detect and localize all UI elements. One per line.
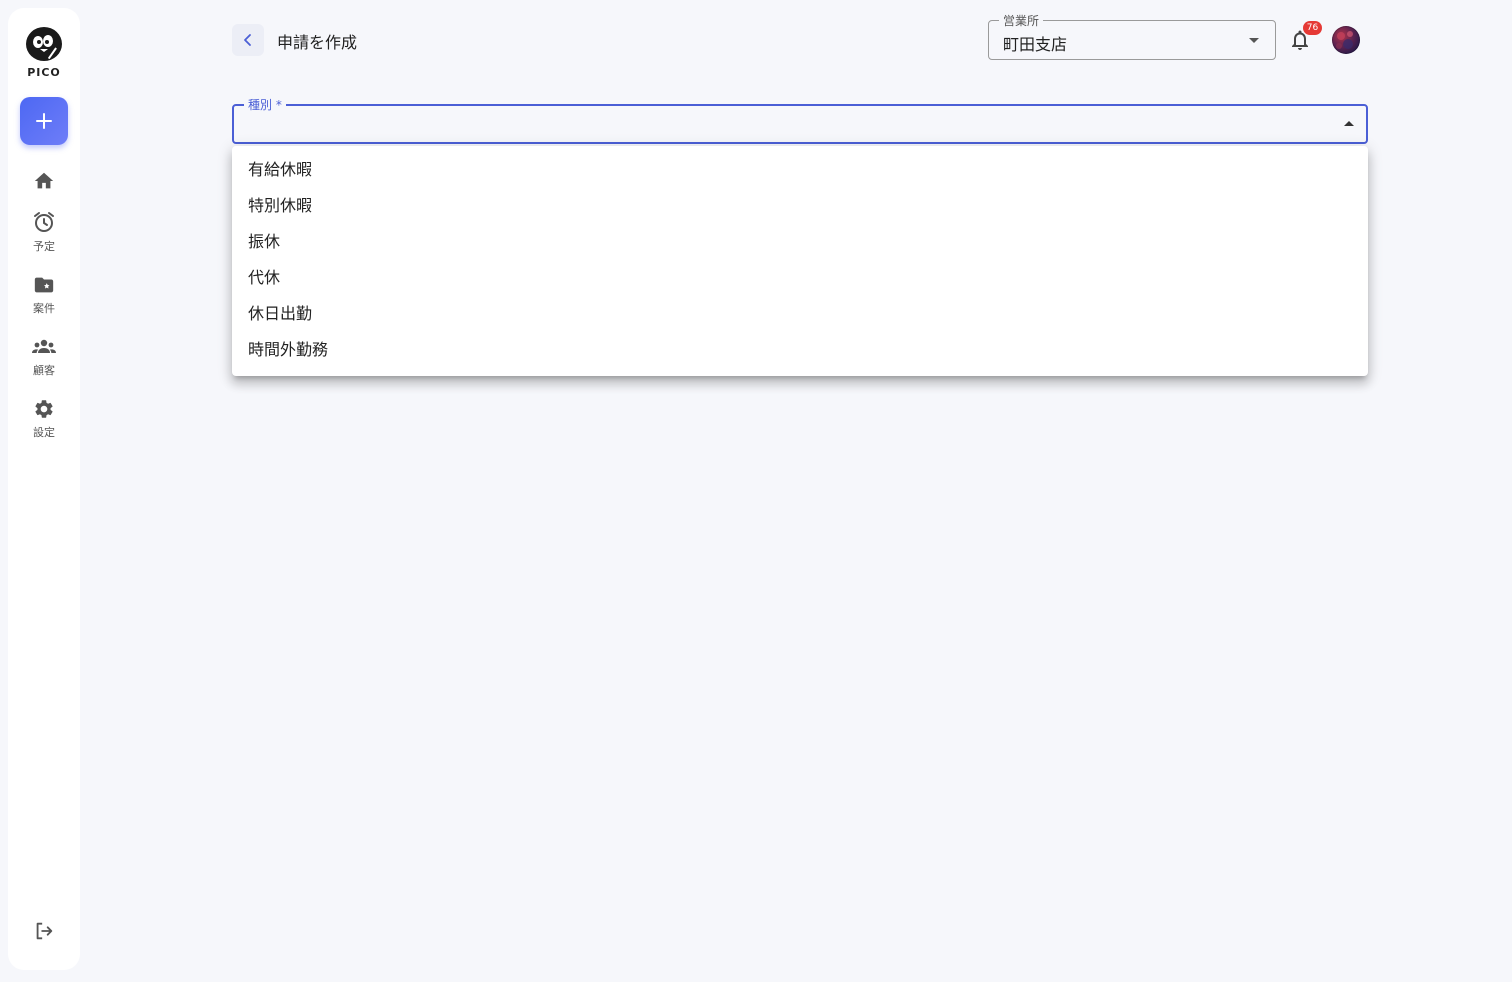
- type-select-label: 種別 *: [244, 96, 286, 113]
- office-select-value: 町田支店: [1003, 35, 1068, 54]
- create-button[interactable]: [20, 97, 68, 145]
- logout-button[interactable]: [8, 920, 80, 942]
- logo[interactable]: PICO: [24, 24, 64, 79]
- caret-down-icon: [1249, 38, 1259, 43]
- avatar-image: [1336, 31, 1353, 49]
- notification-badge: 76: [1303, 21, 1322, 35]
- option-compensatory-leave[interactable]: 代休: [232, 260, 1368, 296]
- logout-icon: [36, 922, 53, 940]
- option-substitute-holiday[interactable]: 振休: [232, 224, 1368, 260]
- group-icon: [32, 339, 56, 353]
- option-special-leave[interactable]: 特別休暇: [232, 188, 1368, 224]
- folder-star-icon: [34, 277, 54, 293]
- back-button[interactable]: [232, 24, 264, 56]
- sidebar-item-label: 案件: [33, 302, 55, 315]
- office-select[interactable]: 営業所 町田支店: [988, 12, 1276, 60]
- type-options-menu: 有給休暇 特別休暇 振休 代休 休日出勤 時間外勤務: [232, 146, 1368, 376]
- sidebar-item-schedule[interactable]: 予定: [8, 210, 80, 254]
- penguin-logo-icon: [26, 27, 62, 61]
- caret-up-icon: [1344, 121, 1354, 126]
- sidebar-item-home[interactable]: [8, 170, 80, 192]
- option-overtime-work[interactable]: 時間外勤務: [232, 332, 1368, 368]
- option-holiday-work[interactable]: 休日出勤: [232, 296, 1368, 332]
- office-select-label: 営業所: [999, 12, 1044, 29]
- avatar[interactable]: [1332, 26, 1360, 54]
- gear-icon: [35, 400, 53, 418]
- sidebar: PICO 予定 案件 顧客 設定: [8, 8, 80, 970]
- sidebar-item-projects[interactable]: 案件: [8, 274, 80, 316]
- sidebar-item-label: 顧客: [33, 364, 55, 377]
- option-paid-leave[interactable]: 有給休暇: [232, 152, 1368, 188]
- sidebar-item-customers[interactable]: 顧客: [8, 336, 80, 378]
- plus-icon: [36, 113, 52, 129]
- chevron-left-icon: [244, 34, 251, 46]
- sidebar-item-label: 設定: [33, 426, 55, 439]
- logo-text: PICO: [27, 66, 61, 79]
- sidebar-item-settings[interactable]: 設定: [8, 398, 80, 440]
- sidebar-item-label: 予定: [33, 240, 55, 253]
- type-select[interactable]: 種別 *: [232, 96, 1368, 144]
- alarm-icon: [34, 212, 54, 232]
- home-icon: [34, 172, 54, 189]
- page-title: 申請を作成: [277, 33, 358, 52]
